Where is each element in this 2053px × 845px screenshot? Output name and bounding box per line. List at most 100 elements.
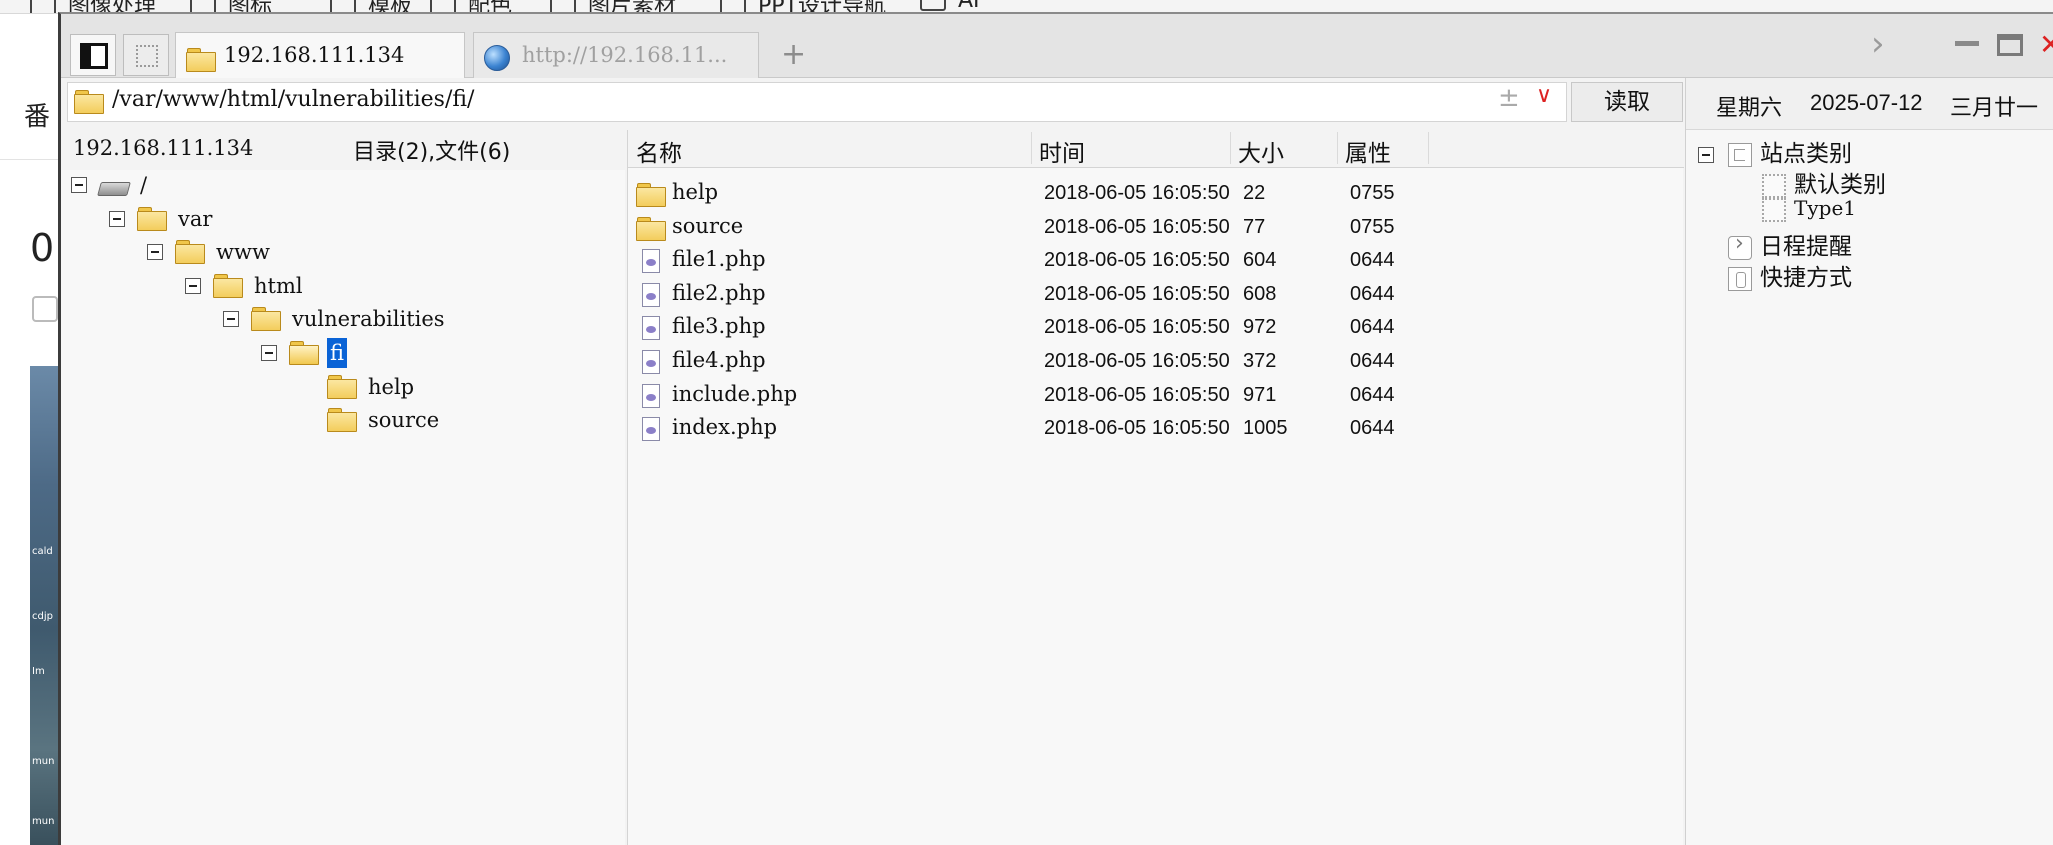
- schedule-node[interactable]: 日程提醒: [1728, 227, 1852, 261]
- collapse-icon[interactable]: [71, 177, 87, 193]
- background-desktop: cald cdjp Im mun mun: [30, 366, 60, 845]
- toggle-panel-button[interactable]: [70, 34, 116, 76]
- folder-icon: [636, 182, 666, 210]
- collapse-icon[interactable]: [1698, 146, 1714, 163]
- folder-icon: [137, 206, 167, 238]
- desktop-icon-label: Im: [32, 666, 45, 677]
- file-size: 604: [1243, 249, 1277, 272]
- column-name[interactable]: 名称: [636, 134, 682, 168]
- schedule-label: 日程提醒: [1760, 234, 1852, 260]
- file-time: 2018-06-05 16:05:50: [1044, 383, 1230, 406]
- lunar-date-label: 三月廿一: [1950, 96, 2039, 121]
- file-time: 2018-06-05 16:05:50: [1044, 350, 1230, 372]
- file-attr: 0755: [1350, 182, 1395, 204]
- chevron-down-icon[interactable]: ∨: [1536, 83, 1552, 108]
- tree-node-label: vulnerabilities: [292, 307, 445, 332]
- file-manager-window: 192.168.111.134 http://192.168.11... + ›…: [58, 12, 2053, 845]
- file-time: 2018-06-05 16:05:50: [1044, 182, 1230, 204]
- file-time: 2018-06-05 16:05:50: [1044, 417, 1230, 440]
- php-file-icon: [642, 350, 660, 378]
- host-label: 192.168.111.134: [73, 136, 254, 160]
- tree-node-label: source: [368, 408, 440, 433]
- category-default-label: 默认类别: [1794, 172, 1886, 198]
- file-attr: 0755: [1350, 215, 1395, 238]
- file-name: file4.php: [672, 348, 766, 372]
- tree-node[interactable]: help: [61, 372, 621, 402]
- php-file-icon: [642, 383, 660, 412]
- tab-inactive[interactable]: http://192.168.11...: [473, 32, 759, 78]
- column-divider[interactable]: [1428, 132, 1429, 164]
- php-file-icon: [642, 417, 660, 445]
- globe-icon: [484, 42, 510, 78]
- shortcuts-label: 快捷方式: [1760, 265, 1852, 291]
- site-category-node[interactable]: 站点类别: [1698, 134, 1852, 168]
- tree-node-label: html: [254, 273, 303, 298]
- file-attr: 0644: [1350, 383, 1395, 406]
- tab-active-label: 192.168.111.134: [224, 43, 405, 67]
- tab-active[interactable]: 192.168.111.134: [175, 32, 465, 78]
- file-size: 608: [1243, 282, 1277, 305]
- minimize-button[interactable]: [1955, 38, 1979, 46]
- bookmark-folder-icon: [920, 0, 946, 11]
- chevron-right-icon[interactable]: ›: [1871, 24, 1885, 64]
- tree-node[interactable]: fi: [61, 338, 621, 368]
- column-divider[interactable]: [1230, 132, 1231, 164]
- file-time: 2018-06-05 16:05:50: [1044, 282, 1230, 305]
- desktop-icon-label: cdjp: [32, 611, 53, 622]
- tree-node[interactable]: var: [61, 204, 621, 234]
- shortcuts-node[interactable]: 快捷方式: [1728, 258, 1852, 292]
- category-type1[interactable]: Type1: [1762, 196, 1856, 222]
- collapse-icon[interactable]: [109, 210, 125, 227]
- background-divider: [0, 159, 60, 160]
- read-button[interactable]: 读取: [1571, 82, 1683, 122]
- file-size: 22: [1243, 182, 1266, 204]
- php-file-icon: [642, 282, 660, 311]
- tree-node-label: /: [140, 173, 148, 197]
- selection-icon: [136, 45, 158, 67]
- category-icon: [1728, 142, 1752, 167]
- file-attr: 0644: [1350, 282, 1395, 305]
- bookmark-folder-icon: [30, 0, 56, 13]
- new-tab-button[interactable]: +: [781, 36, 806, 74]
- folder-icon: [74, 89, 104, 117]
- site-category-label: 站点类别: [1760, 141, 1852, 167]
- php-file-icon: [642, 316, 660, 344]
- tree-node[interactable]: html: [61, 271, 621, 301]
- select-button[interactable]: [123, 34, 169, 76]
- maximize-button[interactable]: [1997, 34, 2023, 56]
- folder-icon: [251, 306, 281, 338]
- background-text: 番: [24, 102, 51, 132]
- collapse-icon[interactable]: [147, 244, 163, 261]
- tree-node[interactable]: vulnerabilities: [61, 304, 621, 334]
- collapse-icon[interactable]: [223, 311, 239, 328]
- collapse-icon[interactable]: [185, 277, 201, 294]
- category-item-icon: [1762, 197, 1786, 222]
- file-name: file1.php: [672, 247, 766, 272]
- column-divider[interactable]: [1031, 132, 1032, 164]
- plus-minus-icon[interactable]: ±: [1498, 83, 1520, 113]
- date-bar: 星期六 2025-07-12 三月廿一: [1686, 78, 2053, 130]
- php-file-icon: [642, 249, 660, 277]
- column-time[interactable]: 时间: [1039, 134, 1085, 168]
- file-size: 77: [1243, 215, 1266, 238]
- side-panel: 星期六 2025-07-12 三月廿一 站点类别 默认类别 Type1 日程提醒…: [1685, 78, 2053, 845]
- file-name: index.php: [672, 415, 778, 440]
- column-attr[interactable]: 属性: [1345, 134, 1391, 168]
- folder-icon: [327, 407, 357, 439]
- column-divider[interactable]: [1337, 132, 1338, 164]
- file-row[interactable]: index.php 2018-06-05 16:05:50 1005 0644: [628, 409, 1684, 451]
- tree-node-label: var: [178, 206, 213, 231]
- category-item-icon: [1762, 173, 1786, 198]
- tree-node[interactable]: www: [61, 237, 621, 267]
- drive-icon: [99, 176, 129, 206]
- close-button[interactable]: ✕: [2039, 28, 2053, 61]
- column-size[interactable]: 大小: [1238, 134, 1284, 168]
- date-label: 2025-07-12: [1810, 90, 1923, 115]
- tree-node[interactable]: /: [61, 170, 621, 200]
- tree-node[interactable]: source: [61, 405, 621, 435]
- path-input[interactable]: /var/www/html/vulnerabilities/fi/ ± ∨: [67, 82, 1567, 122]
- file-attr: 0644: [1350, 249, 1395, 272]
- file-list: 名称 时间 大小 属性 help 2018-06-05 16:05:50 22 075…: [627, 130, 1684, 845]
- collapse-icon[interactable]: [261, 345, 277, 361]
- category-default[interactable]: 默认类别: [1762, 165, 1886, 199]
